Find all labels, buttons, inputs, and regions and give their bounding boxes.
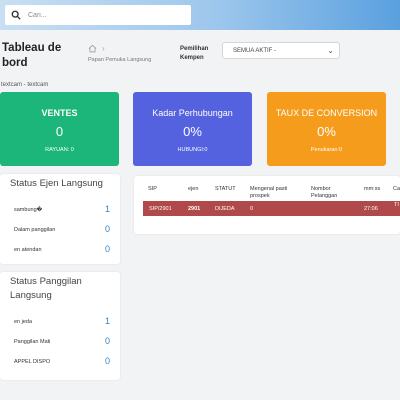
- row-agent: 2901: [188, 206, 201, 212]
- call-status-count[interactable]: 0: [105, 356, 110, 366]
- column-header-duration[interactable]: mm:ss: [364, 186, 380, 193]
- column-header-prospect[interactable]: Mengenal pasti prospek: [250, 186, 302, 200]
- table-row[interactable]: SIP/2901 2901 DIJEDA 0 27:06 TI: [143, 201, 400, 216]
- home-icon[interactable]: [88, 44, 97, 53]
- row-duration: 27:06: [364, 206, 378, 212]
- agent-status-label: Dalam panggilan: [14, 227, 56, 233]
- top-bar: [0, 0, 400, 30]
- agent-status-count[interactable]: 0: [105, 244, 110, 254]
- campaign-selection-label: Pemilihan Kempen: [180, 46, 209, 61]
- call-status-count[interactable]: 1: [105, 316, 110, 326]
- row-campaign: TI: [394, 202, 399, 208]
- contact-rate-card: Kadar Perhubungan 0% HUBUNGI:0: [133, 92, 252, 166]
- agent-status-panel: Status Ejen Langsung sambung� 1 Dalam pa…: [0, 174, 120, 264]
- breadcrumb-chevron-icon: ›: [102, 44, 105, 53]
- ventes-footer: RAYUAN: 0: [45, 147, 74, 153]
- chevron-down-icon: ⌄: [327, 46, 334, 55]
- campaign-select-value: SEMUA AKTIF -: [233, 47, 277, 54]
- ventes-card: VENTES 0 RAYUAN: 0: [0, 92, 119, 166]
- conversion-rate-card: TAUX DE CONVERSION 0% Penukaran:0: [267, 92, 386, 166]
- search-icon: [11, 10, 21, 20]
- page-title: Tableau de bord: [2, 42, 62, 69]
- ventes-title: VENTES: [41, 108, 78, 118]
- contact-rate-value: 0%: [183, 124, 202, 139]
- agent-status-title: Status Ejen Langsung: [10, 178, 103, 189]
- search-box[interactable]: [5, 5, 191, 25]
- campaign-select[interactable]: SEMUA AKTIF - ⌄: [222, 42, 340, 59]
- column-header-customer-number[interactable]: Nombor Pelanggan: [311, 186, 349, 200]
- breadcrumb[interactable]: Papan Pemuka Langsung: [88, 57, 151, 63]
- user-label: textcam - textcam: [1, 82, 49, 88]
- list-item: APPEL DISPO 0: [14, 356, 114, 370]
- contact-rate-title: Kadar Perhubungan: [152, 108, 233, 118]
- contact-rate-footer: HUBUNGI:0: [177, 147, 208, 153]
- call-status-label: APPEL DISPO: [14, 359, 51, 365]
- agent-status-count[interactable]: 0: [105, 224, 110, 234]
- call-status-panel: Status Panggilan Langsung en jeda 1 Pang…: [0, 272, 120, 380]
- agent-status-label: sambung�: [14, 207, 43, 213]
- column-header-status[interactable]: STATUT: [215, 186, 236, 193]
- row-sip: SIP/2901: [149, 206, 172, 212]
- column-header-agent[interactable]: ejen: [188, 186, 198, 193]
- conversion-rate-title: TAUX DE CONVERSION: [275, 108, 378, 118]
- call-status-title: Status Panggilan Langsung: [10, 276, 82, 301]
- conversion-rate-value: 0%: [317, 124, 336, 139]
- row-prospect: 0: [250, 206, 254, 212]
- agent-status-count[interactable]: 1: [105, 204, 110, 214]
- column-header-campaign[interactable]: Ca: [393, 186, 400, 193]
- row-status: DIJEDA: [215, 206, 235, 212]
- agent-status-label: en atendan: [14, 247, 42, 253]
- list-item: en atendan 0: [14, 244, 114, 258]
- column-header-sip[interactable]: SIP: [148, 186, 157, 193]
- conversion-rate-footer: Penukaran:0: [310, 147, 343, 153]
- list-item: sambung� 1: [14, 204, 114, 218]
- ventes-value: 0: [55, 124, 64, 139]
- list-item: Dalam panggilan 0: [14, 224, 114, 238]
- list-item: Panggilan Mati 0: [14, 336, 114, 350]
- call-status-label: en jeda: [14, 319, 33, 325]
- search-input[interactable]: [28, 11, 178, 19]
- call-status-count[interactable]: 0: [105, 336, 110, 346]
- list-item: en jeda 1: [14, 316, 114, 330]
- call-status-label: Panggilan Mati: [14, 339, 51, 345]
